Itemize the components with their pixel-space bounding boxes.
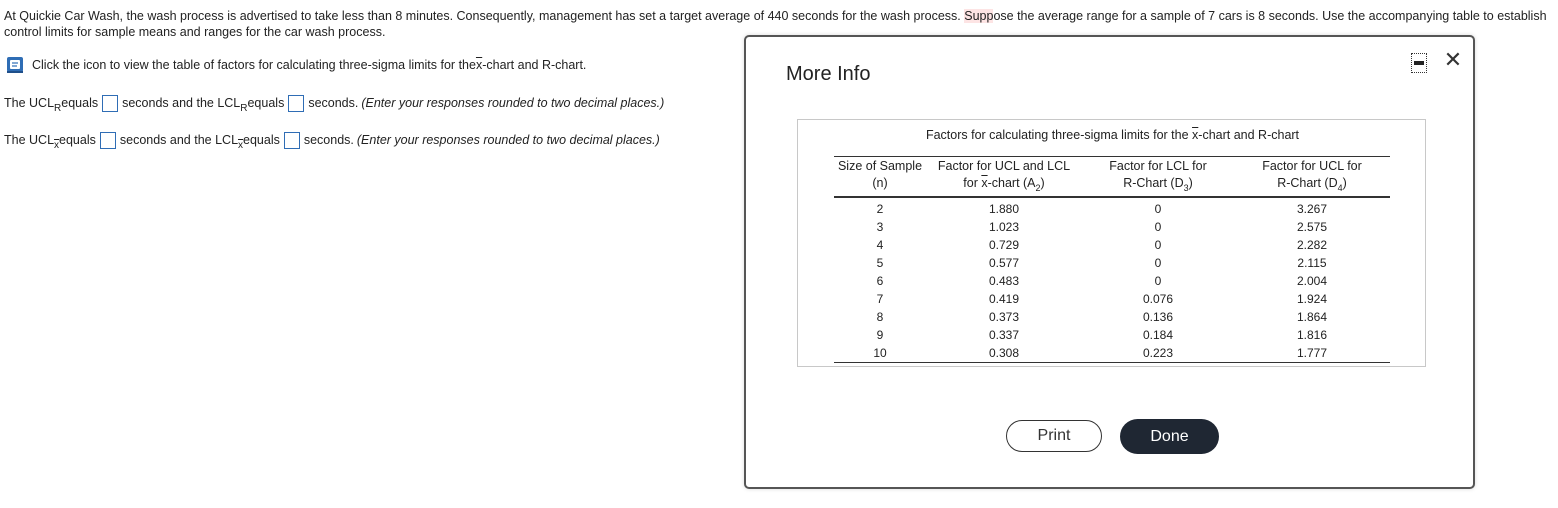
cell-n: 6	[876, 274, 884, 288]
cell-d4: 2.115	[1297, 256, 1327, 270]
cell-n: 2	[876, 202, 884, 216]
lcl-x-subscript: x	[238, 139, 244, 151]
lcl-x-equals: equals	[243, 133, 280, 147]
caption-after: -chart and R-chart	[1198, 128, 1300, 142]
cell-d3: 0.136	[1142, 310, 1174, 324]
cell-d3: 0.223	[1082, 344, 1234, 363]
lcl-r-label: seconds and the LCL	[122, 96, 241, 110]
cell-d4: 2.575	[1296, 220, 1328, 234]
cell-d4: 1.924	[1296, 292, 1328, 306]
cell-d4: 2.004	[1296, 274, 1328, 288]
ucl-r-label: The UCL	[4, 96, 55, 110]
ucl-x-input[interactable]	[99, 131, 116, 149]
hint-row: Click the icon to view the table of fact…	[5, 54, 586, 76]
hint-text-before: Click the icon to view the table of fact…	[32, 58, 476, 72]
ucl-x-label: The UCL	[4, 133, 55, 147]
table-row: 5 0.577 0 2.115	[834, 254, 1390, 272]
lcl-r-subscript: R	[240, 102, 248, 114]
r-instruction: (Enter your responses rounded to two dec…	[361, 96, 665, 110]
cell-a2: 0.577	[988, 256, 1020, 270]
cell-d3: 0	[1154, 220, 1162, 234]
cell-d3: 0	[1154, 274, 1162, 288]
table-caption: Factors for calculating three-sigma limi…	[798, 128, 1427, 142]
ucl-x-subscript: x	[54, 139, 60, 151]
hint-text-after: -chart and R-chart.	[482, 58, 587, 72]
question-r-row: The UCL R equals seconds and the LCL R equ…	[4, 92, 664, 114]
book-icon[interactable]	[5, 55, 25, 75]
cell-n: 10	[834, 344, 926, 363]
cell-d4: 1.816	[1296, 328, 1328, 342]
cell-d3: 0.184	[1142, 328, 1174, 342]
header-sample-size: Size of Sample (n)	[834, 156, 926, 198]
table-row: 4 0.729 0 2.282	[834, 236, 1390, 254]
ucl-r-subscript: R	[54, 102, 62, 114]
cell-d4: 2.282	[1296, 238, 1328, 252]
lcl-r-input[interactable]	[288, 94, 305, 112]
table-row: 8 0.373 0.136 1.864	[834, 308, 1390, 326]
cell-a2: 0.373	[988, 310, 1020, 324]
dialog-title: More Info	[786, 63, 871, 85]
table-row: 10 0.308 0.223 1.777	[834, 344, 1390, 363]
ucl-r-equals: equals	[61, 96, 99, 110]
table-header-row: Size of Sample (n) Factor for UCL and LCL…	[834, 156, 1390, 198]
cell-a2: 0.308	[926, 344, 1082, 363]
cell-d3: 0	[1154, 202, 1162, 216]
r-seconds-label: seconds.	[308, 96, 359, 110]
problem-text-before: At Quickie Car Wash, the wash process is…	[4, 9, 965, 23]
lcl-r-equals: equals	[247, 96, 285, 110]
cell-d3: 0	[1154, 256, 1162, 270]
problem-text-highlight: Supp	[964, 9, 994, 23]
x-seconds-label: seconds.	[303, 133, 354, 147]
more-info-dialog: More Info ✕ Factors for calculating thre…	[744, 35, 1475, 489]
cell-a2: 1.880	[988, 202, 1020, 216]
cell-a2: 0.337	[988, 328, 1020, 342]
x-instruction: (Enter your responses rounded to two dec…	[356, 133, 660, 147]
table-row: 6 0.483 0 2.004	[834, 272, 1390, 290]
cell-d3: 0	[1154, 238, 1162, 252]
done-button[interactable]: Done	[1120, 419, 1219, 454]
question-x-row: The UCL x equals seconds and the LCL x equ…	[4, 129, 660, 151]
cell-d4: 3.267	[1296, 202, 1328, 216]
ucl-r-input[interactable]	[102, 94, 119, 112]
cell-a2: 1.023	[988, 220, 1020, 234]
minimize-icon[interactable]	[1411, 53, 1427, 73]
table-row: 7 0.419 0.076 1.924	[834, 290, 1390, 308]
caption-before: Factors for calculating three-sigma limi…	[925, 128, 1193, 142]
lcl-x-label: seconds and the LCL	[119, 133, 239, 147]
cell-n: 8	[876, 310, 884, 324]
table-row: 9 0.337 0.184 1.816	[834, 326, 1390, 344]
cell-d4: 1.864	[1296, 310, 1328, 324]
lcl-x-input[interactable]	[283, 131, 300, 149]
cell-d3: 0.076	[1142, 292, 1174, 306]
cell-a2: 0.483	[988, 274, 1020, 288]
cell-n: 5	[876, 256, 884, 270]
print-button[interactable]: Print	[1006, 420, 1102, 452]
header-d3: Factor for LCL for R-Chart (D3)	[1082, 156, 1234, 198]
cell-a2: 0.419	[988, 292, 1020, 306]
header-a2: Factor for UCL and LCL for x-chart (A2)	[926, 156, 1082, 198]
cell-d4: 1.777	[1234, 344, 1390, 363]
cell-a2: 0.729	[988, 238, 1020, 252]
ucl-x-equals: equals	[59, 133, 96, 147]
factors-table-frame: Factors for calculating three-sigma limi…	[797, 119, 1426, 367]
table-row: 3 1.023 0 2.575	[834, 218, 1390, 236]
factors-table: Size of Sample (n) Factor for UCL and LCL…	[834, 156, 1390, 363]
cell-n: 4	[876, 238, 884, 252]
cell-n: 3	[876, 220, 884, 234]
table-row: 2 1.880 0 3.267	[834, 197, 1390, 218]
cell-n: 9	[876, 328, 884, 342]
header-d4: Factor for UCL for R-Chart (D4)	[1234, 156, 1390, 198]
close-icon[interactable]: ✕	[1442, 49, 1464, 71]
cell-n: 7	[876, 292, 884, 306]
